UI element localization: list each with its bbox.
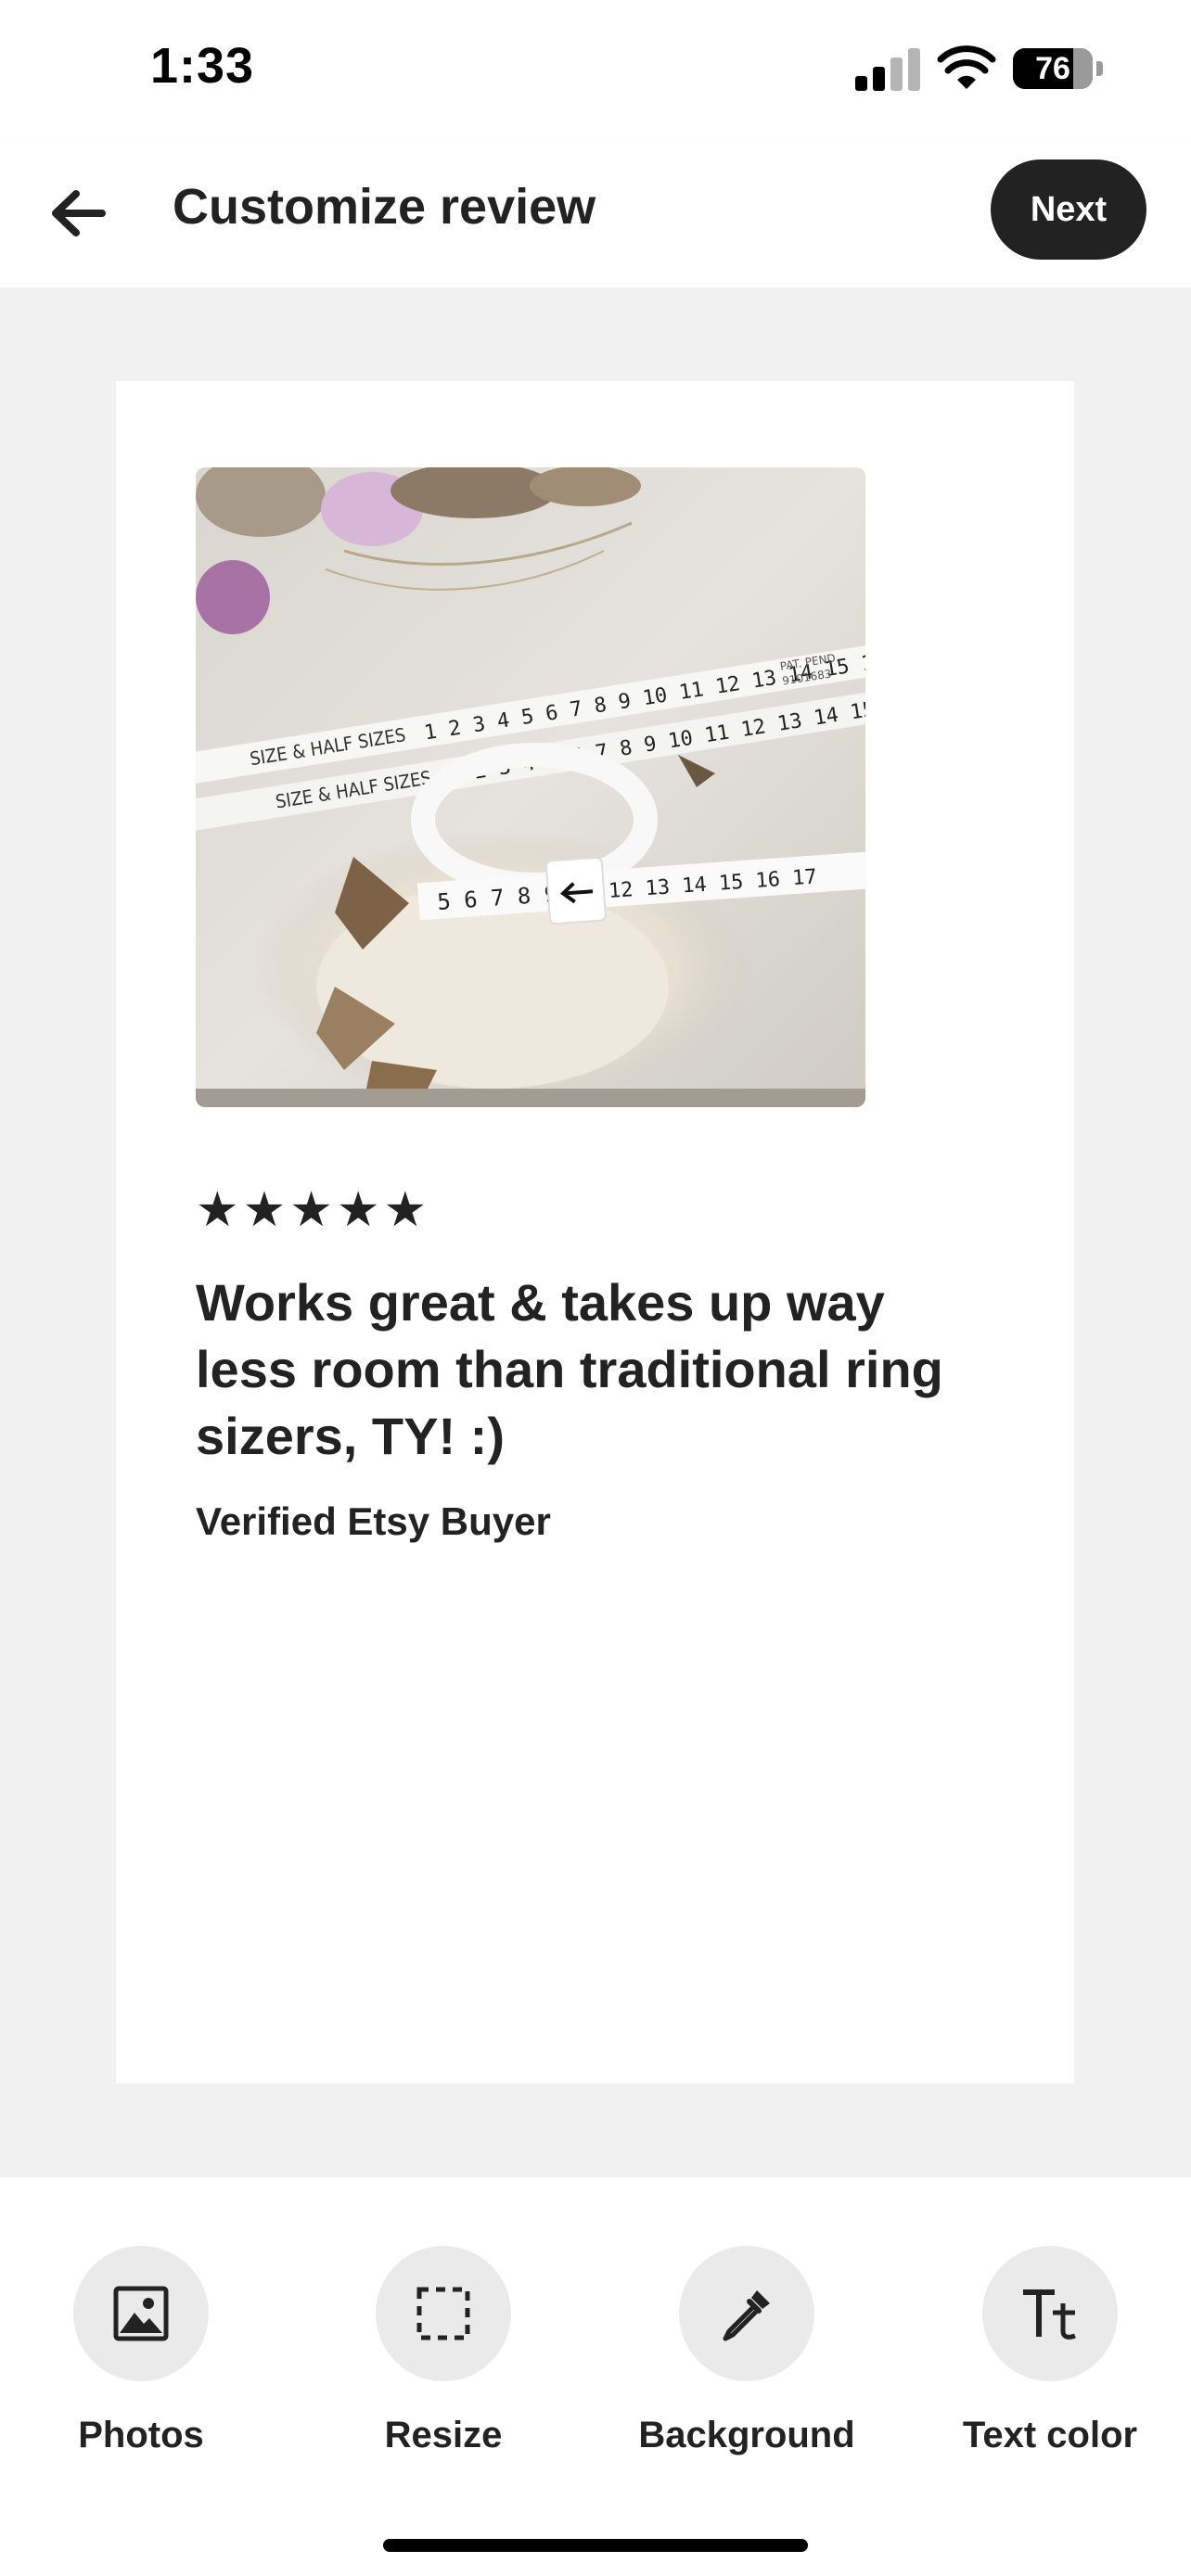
star-icon: ★ xyxy=(289,1183,333,1237)
battery-level: 76 xyxy=(1035,51,1070,86)
eyedropper-icon xyxy=(723,2290,770,2341)
photo-icon xyxy=(113,2286,169,2341)
resize-tool-circle xyxy=(376,2246,511,2381)
top-nav-bar: Customize review Next xyxy=(0,139,1191,287)
text-color-icon xyxy=(1023,2289,1076,2340)
review-photo[interactable]: SIZE & HALF SIZES 1 2 3 4 5 6 7 8 9 10 1… xyxy=(196,467,865,1107)
text-color-tool-circle xyxy=(982,2246,1118,2381)
background-tool[interactable]: Background xyxy=(631,2246,863,2456)
review-card[interactable]: SIZE & HALF SIZES 1 2 3 4 5 6 7 8 9 10 1… xyxy=(116,381,1074,2084)
resize-tool[interactable]: Resize xyxy=(327,2246,559,2456)
photos-tool[interactable]: Photos xyxy=(25,2246,257,2456)
home-indicator xyxy=(383,2539,808,2552)
photos-label: Photos xyxy=(78,2415,204,2455)
ring-sizer-photo: SIZE & HALF SIZES 1 2 3 4 5 6 7 8 9 10 1… xyxy=(196,467,865,1107)
back-button[interactable] xyxy=(41,180,115,247)
resize-label: Resize xyxy=(384,2415,503,2455)
page-title: Customize review xyxy=(173,179,596,235)
status-time: 1:33 xyxy=(150,38,255,94)
cellular-signal-icon xyxy=(855,48,920,91)
star-icon: ★ xyxy=(196,1183,239,1237)
next-button[interactable]: Next xyxy=(991,159,1146,260)
resize-icon xyxy=(416,2287,470,2340)
photos-tool-circle xyxy=(73,2246,209,2381)
star-icon: ★ xyxy=(242,1183,287,1237)
battery-tip xyxy=(1096,61,1103,76)
review-text[interactable]: Works great & takes up way less room tha… xyxy=(196,1269,993,1470)
review-canvas: SIZE & HALF SIZES 1 2 3 4 5 6 7 8 9 10 1… xyxy=(0,287,1191,2177)
edit-toolbar: Photos Resize Background Text color xyxy=(0,2177,1191,2576)
star-icon: ★ xyxy=(383,1183,428,1237)
background-label: Background xyxy=(638,2415,855,2455)
background-tool-circle xyxy=(679,2246,814,2381)
text-color-label: Text color xyxy=(962,2415,1138,2455)
wifi-icon xyxy=(937,45,996,89)
reviewer-name: Verified Etsy Buyer xyxy=(196,1499,551,1543)
star-rating: ★ ★ ★ ★ ★ xyxy=(196,1186,427,1234)
battery-icon: 76 xyxy=(1013,48,1093,89)
back-arrow-icon xyxy=(52,190,106,236)
status-bar: 1:33 76 xyxy=(0,0,1191,139)
star-icon: ★ xyxy=(336,1183,380,1237)
text-color-tool[interactable]: Text color xyxy=(934,2246,1166,2456)
